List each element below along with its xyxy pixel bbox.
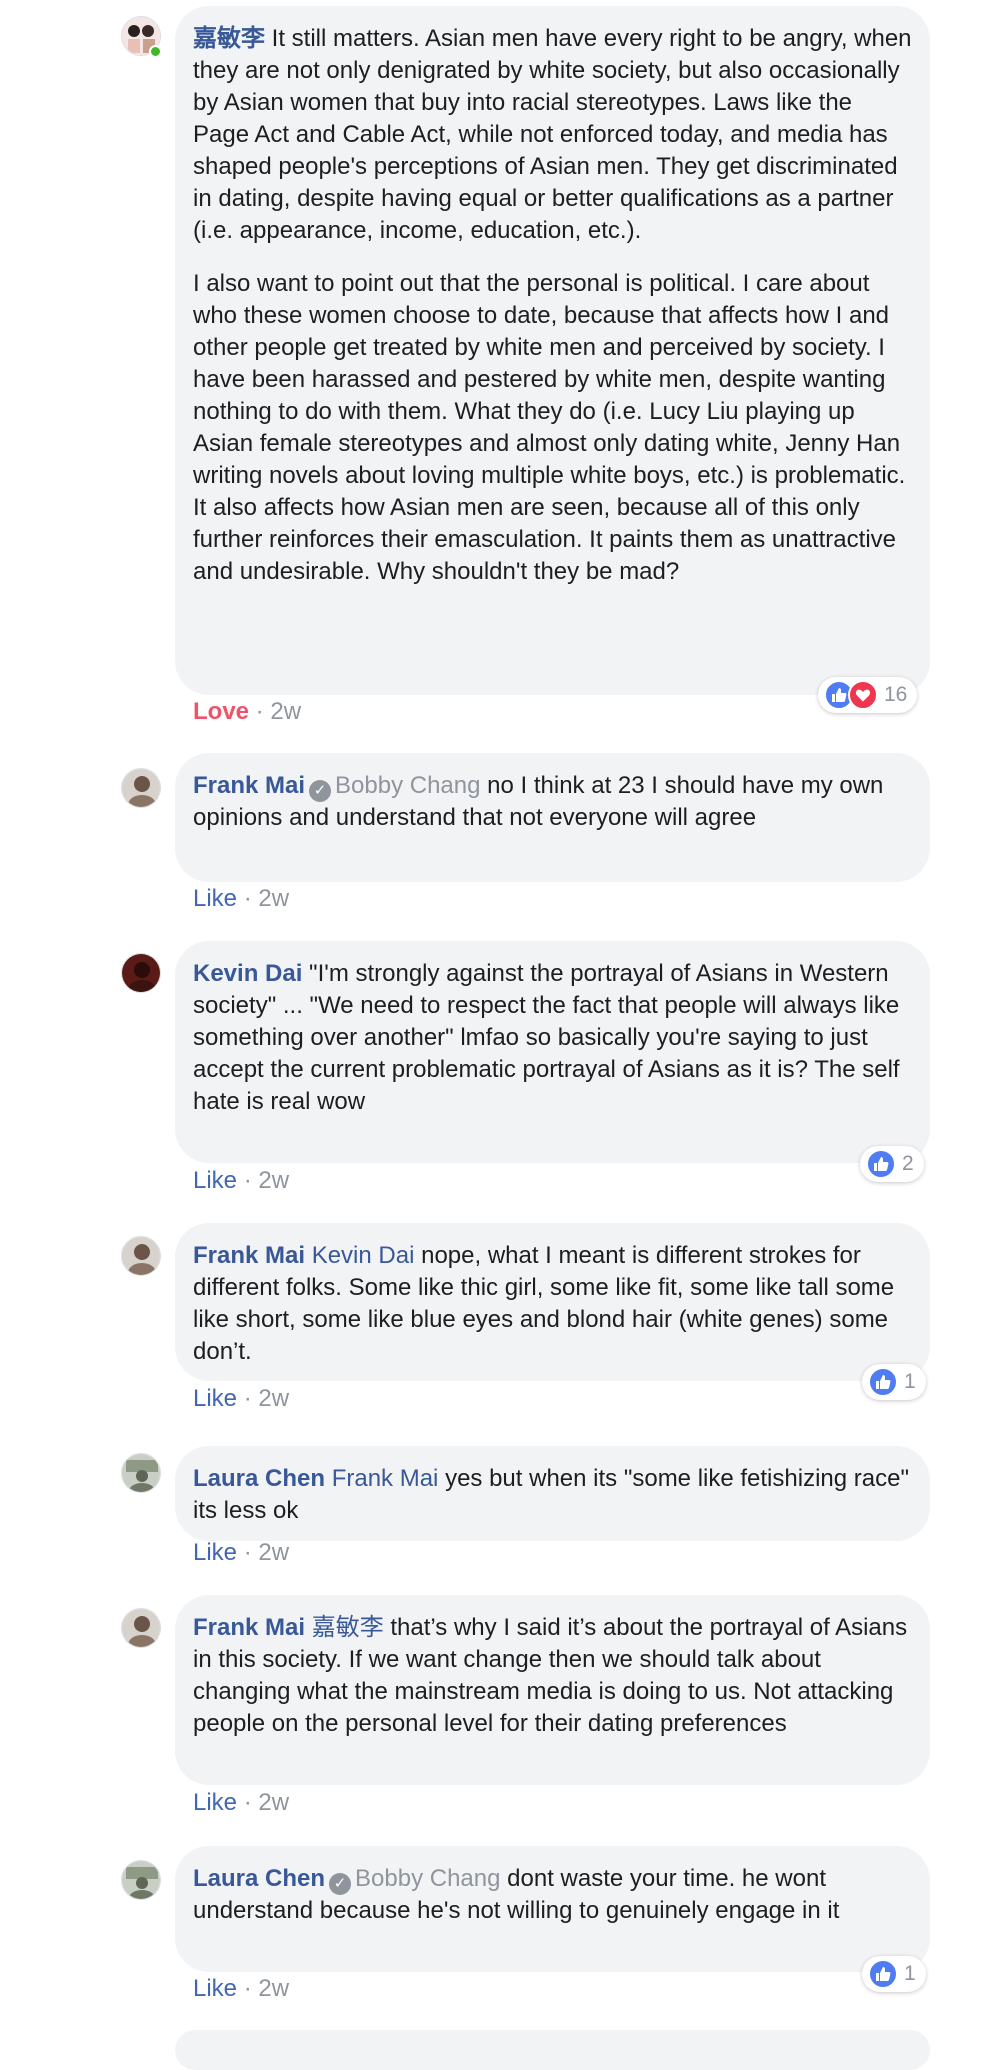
reaction-summary[interactable]: 1 (862, 1364, 926, 1400)
mention-link[interactable]: Bobby Chang (335, 772, 480, 799)
comment-text: I also want to point out that the person… (193, 270, 906, 585)
reaction-summary[interactable]: 16 (818, 677, 918, 713)
reaction-count: 1 (904, 1370, 916, 1393)
verified-icon: ✓ (329, 1873, 352, 1895)
comment-author[interactable]: Frank Mai (193, 1242, 305, 1269)
reaction-count: 2 (902, 1152, 914, 1175)
comment-actions: Like · 2w (193, 1539, 290, 1566)
comment-timestamp[interactable]: 2w (258, 885, 289, 912)
comment-bubble: Frank Mai Kevin Dai nope, what I meant i… (175, 1223, 930, 1381)
mention-link[interactable]: Frank Mai (332, 1465, 439, 1492)
comment-actions: Like · 2w (193, 885, 290, 912)
comment-actions: Like · 2w (193, 1789, 290, 1816)
avatar[interactable] (121, 1236, 161, 1276)
comment-author[interactable]: Frank Mai (193, 1614, 305, 1641)
comment-actions: Like · 2w (193, 1975, 290, 2002)
comment-timestamp[interactable]: 2w (258, 1539, 289, 1566)
comment-author[interactable]: 嘉敏李 (193, 25, 265, 52)
mention-link[interactable]: 嘉敏李 (312, 1614, 384, 1641)
mention-link[interactable]: Bobby Chang (355, 1865, 500, 1892)
reaction-count: 1 (904, 1962, 916, 1985)
mention-link[interactable]: Kevin Dai (312, 1242, 415, 1269)
online-status-icon (149, 45, 162, 58)
avatar[interactable] (121, 768, 161, 808)
comment-bubble: 嘉敏李 It still matters. Asian men have eve… (175, 6, 930, 695)
like-button[interactable]: Like (193, 1167, 237, 1194)
like-reaction-icon (868, 1959, 898, 1989)
comment-timestamp[interactable]: 2w (258, 1385, 289, 1412)
like-button[interactable]: Like (193, 1975, 237, 2002)
comment-bubble: Kevin Dai "I'm strongly against the port… (175, 941, 930, 1163)
comment-bubble: Laura Chen ✓ Bobby Chang dont waste your t… (175, 1846, 930, 1972)
like-button[interactable]: Like (193, 1539, 237, 1566)
comment-timestamp[interactable]: 2w (258, 1975, 289, 2002)
comment-actions: Like · 2w (193, 1167, 290, 1194)
reaction-count: 16 (884, 683, 908, 706)
comment-author[interactable]: Laura Chen (193, 1465, 325, 1492)
like-button[interactable]: Like (193, 1789, 237, 1816)
comment-text: It still matters. Asian men have every r… (193, 25, 912, 244)
comment-bubble: Frank Mai 嘉敏李 that’s why I said it’s abo… (175, 1595, 930, 1785)
avatar[interactable] (121, 953, 161, 993)
love-button[interactable]: Love (193, 698, 249, 725)
comment-actions: Love · 2w (193, 698, 302, 725)
comment-bubble: Laura Chen Frank Mai yes but when its "s… (175, 1446, 930, 1541)
like-button[interactable]: Like (193, 1385, 237, 1412)
like-button[interactable]: Like (193, 885, 237, 912)
reaction-summary[interactable]: 2 (860, 1146, 924, 1182)
avatar[interactable] (121, 1453, 161, 1493)
reaction-summary[interactable]: 1 (862, 1956, 926, 1992)
like-reaction-icon (866, 1149, 896, 1179)
like-reaction-icon (868, 1367, 898, 1397)
avatar[interactable] (121, 1608, 161, 1648)
comment-timestamp[interactable]: 2w (270, 698, 301, 725)
comment-author[interactable]: Laura Chen (193, 1865, 325, 1892)
love-reaction-icon (848, 680, 878, 710)
comment-author[interactable]: Kevin Dai (193, 960, 302, 987)
comment-bubble: Frank Mai ✓ Bobby Chang no I think at 23 I… (175, 753, 930, 882)
comment-author[interactable]: Frank Mai (193, 772, 305, 799)
comment-timestamp[interactable]: 2w (258, 1167, 289, 1194)
verified-icon: ✓ (309, 780, 332, 802)
comment-actions: Like · 2w (193, 1385, 290, 1412)
comment-bubble (175, 2030, 930, 2070)
avatar[interactable] (121, 1860, 161, 1900)
comment-timestamp[interactable]: 2w (258, 1789, 289, 1816)
